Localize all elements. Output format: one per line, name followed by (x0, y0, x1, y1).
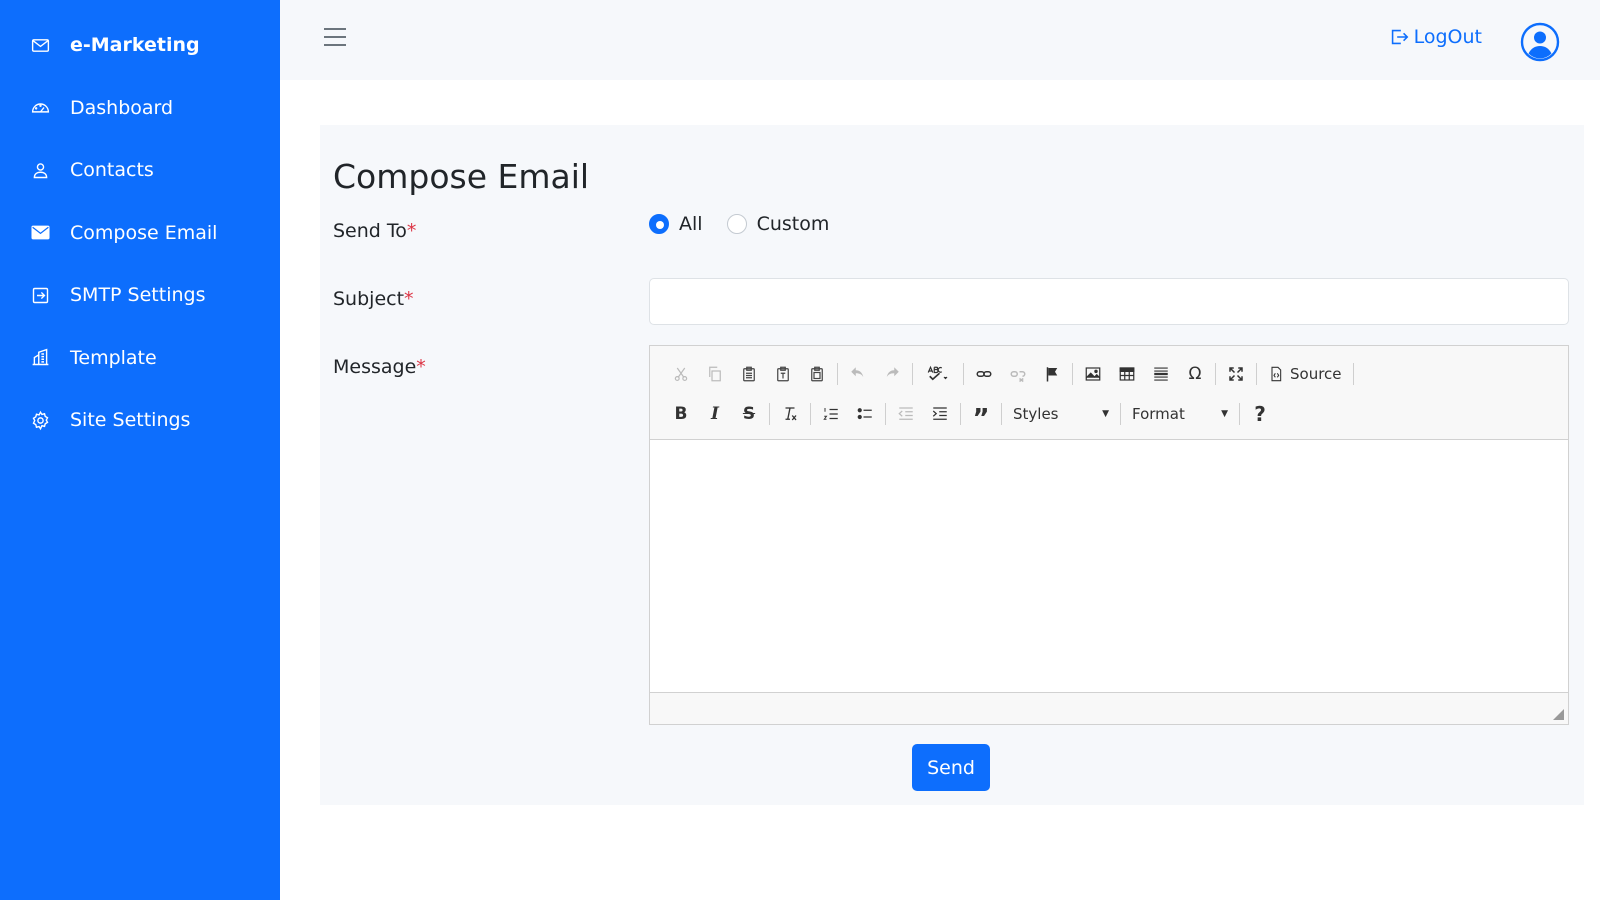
compose-email-card: Compose Email Send To* All Custom Subjec… (320, 125, 1584, 805)
copy-icon[interactable] (698, 359, 732, 389)
toolbar-separator (1352, 363, 1354, 385)
box-arrow-right-icon (1391, 29, 1408, 45)
italic-icon[interactable]: I (698, 399, 732, 429)
format-label: Format (1132, 405, 1185, 423)
sidebar-item-label: SMTP Settings (70, 284, 206, 307)
message-editor: Ω Source B I S ” Styles ▼ Format ▼ ? (649, 345, 1569, 725)
radio-custom[interactable]: Custom (726, 213, 830, 235)
toolbar-separator (810, 403, 811, 425)
box-arrow-in-right-icon (28, 283, 52, 307)
toolbar-separator (1256, 363, 1257, 385)
menu-toggle-icon[interactable] (324, 28, 346, 50)
link-icon[interactable] (967, 359, 1001, 389)
toolbar-separator (1239, 403, 1240, 425)
radio-custom-label: Custom (756, 213, 830, 235)
speedometer-icon (28, 96, 52, 120)
message-label: Message* (333, 356, 426, 378)
paste-word-icon[interactable] (800, 359, 834, 389)
resize-handle-icon[interactable] (1553, 709, 1564, 720)
gear-icon (28, 408, 52, 432)
radio-all-control[interactable] (649, 214, 669, 234)
send-to-label: Send To* (333, 220, 417, 242)
logout-label: LogOut (1413, 26, 1482, 48)
send-to-radio-group: All Custom (649, 213, 853, 235)
styles-dropdown[interactable]: Styles ▼ (1005, 399, 1117, 429)
cut-icon[interactable] (664, 359, 698, 389)
toolbar-separator (963, 363, 964, 385)
table-icon[interactable] (1110, 359, 1144, 389)
toolbar-separator (1072, 363, 1073, 385)
page-title: Compose Email (333, 157, 590, 196)
outdent-icon[interactable] (889, 399, 923, 429)
format-dropdown[interactable]: Format ▼ (1124, 399, 1236, 429)
sidebar-item-label: Site Settings (70, 409, 191, 432)
unlink-icon[interactable] (1001, 359, 1035, 389)
envelope-fill-icon (28, 221, 52, 245)
sidebar-item-label: e-Marketing (70, 34, 200, 57)
chevron-down-icon: ▼ (1221, 409, 1228, 419)
radio-custom-control[interactable] (726, 214, 747, 234)
sidebar-item-site-settings[interactable]: Site Settings (0, 389, 280, 452)
strikethrough-icon[interactable]: S (732, 399, 766, 429)
editor-statusbar (650, 692, 1568, 724)
toolbar-separator (885, 403, 886, 425)
person-icon (28, 158, 52, 182)
sidebar-item-label: Dashboard (70, 96, 174, 119)
user-avatar-icon[interactable] (1520, 22, 1560, 62)
editor-toolbar: Ω Source B I S ” Styles ▼ Format ▼ ? (650, 346, 1568, 440)
maximize-icon[interactable] (1219, 359, 1253, 389)
toolbar-separator (837, 363, 838, 385)
toolbar-separator (1001, 403, 1002, 425)
radio-all-label: All (679, 213, 703, 235)
toolbar-separator (1120, 403, 1121, 425)
sidebar-item-compose-email[interactable]: Compose Email (0, 202, 280, 265)
blockquote-icon[interactable]: ” (964, 399, 998, 434)
styles-label: Styles (1013, 405, 1059, 423)
subject-input[interactable] (649, 278, 1569, 325)
undo-icon[interactable] (841, 359, 875, 389)
paste-text-icon[interactable] (766, 359, 800, 389)
help-icon[interactable]: ? (1243, 399, 1277, 429)
sidebar-item-label: Compose Email (70, 221, 218, 244)
bold-icon[interactable]: B (664, 399, 698, 429)
sidebar-item-label: Template (70, 346, 157, 369)
envelope-outline-icon (28, 33, 52, 57)
toolbar-separator (960, 403, 961, 425)
sidebar-item-e-marketing[interactable]: e-Marketing (0, 14, 280, 77)
source-button[interactable]: Source (1260, 359, 1350, 389)
topbar: LogOut (280, 0, 1600, 80)
sidebar-item-contacts[interactable]: Contacts (0, 139, 280, 202)
source-icon (1271, 366, 1282, 382)
sidebar-item-template[interactable]: Template (0, 327, 280, 390)
numbered-list-icon[interactable] (814, 399, 848, 429)
special-character-icon[interactable]: Ω (1178, 359, 1212, 389)
toolbar-separator (769, 403, 770, 425)
sidebar-item-label: Contacts (70, 159, 154, 182)
horizontal-line-icon[interactable] (1144, 359, 1178, 389)
logout-link[interactable]: LogOut (1388, 26, 1482, 48)
toolbar-separator (1215, 363, 1216, 385)
image-icon[interactable] (1076, 359, 1110, 389)
toolbar-separator (912, 363, 913, 385)
chevron-down-icon: ▼ (1102, 409, 1109, 419)
radio-all[interactable]: All (649, 213, 703, 235)
sidebar-item-dashboard[interactable]: Dashboard (0, 77, 280, 140)
building-icon (28, 346, 52, 370)
bulleted-list-icon[interactable] (848, 399, 882, 429)
redo-icon[interactable] (875, 359, 909, 389)
sidebar: e-Marketing Dashboard Contacts Compose E… (0, 0, 280, 900)
spellcheck-icon[interactable] (916, 359, 960, 389)
paste-icon[interactable] (732, 359, 766, 389)
sidebar-item-smtp-settings[interactable]: SMTP Settings (0, 264, 280, 327)
anchor-flag-icon[interactable] (1035, 359, 1069, 389)
source-label: Source (1290, 365, 1342, 383)
send-button[interactable]: Send (912, 744, 990, 791)
indent-icon[interactable] (923, 399, 957, 429)
remove-format-icon[interactable] (773, 399, 807, 429)
subject-label: Subject* (333, 288, 414, 310)
editor-content-area[interactable] (650, 440, 1568, 692)
